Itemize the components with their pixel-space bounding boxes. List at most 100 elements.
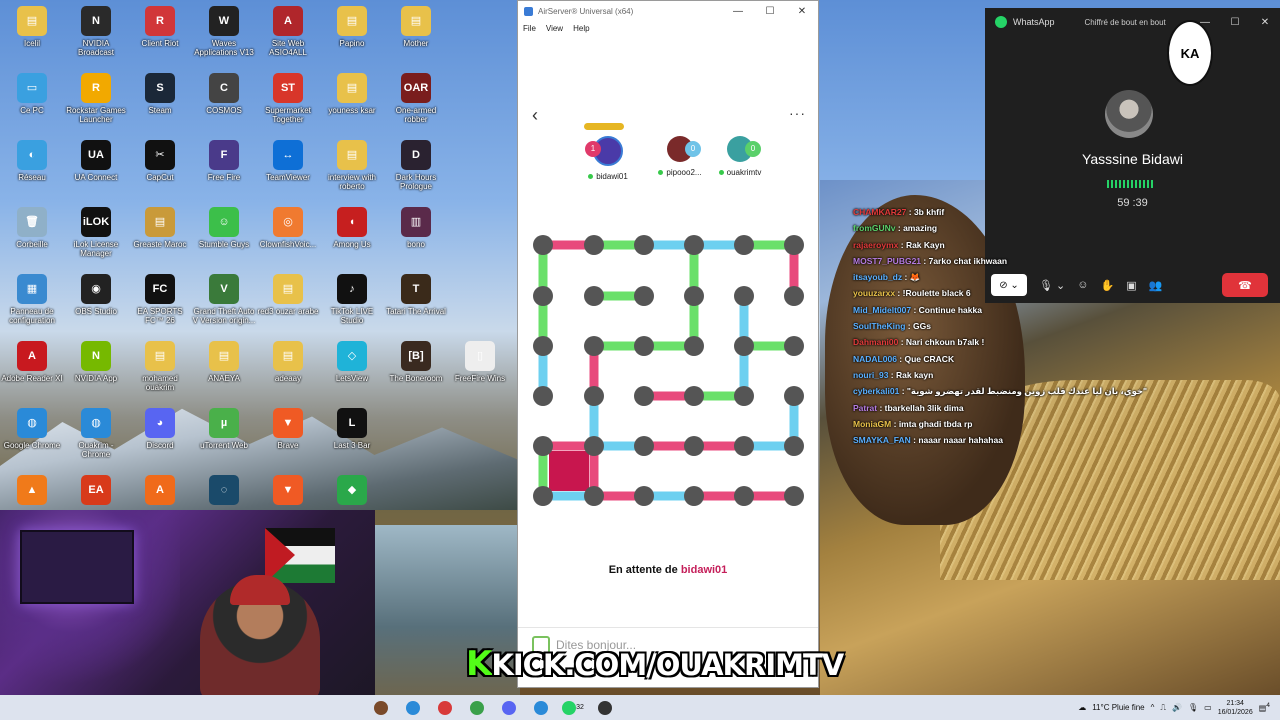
desktop-icon[interactable]: iLOK iLok License Manager [64, 207, 128, 258]
board-dot[interactable] [584, 336, 604, 356]
board-dot[interactable] [533, 286, 553, 306]
desktop-icon[interactable]: UA UA Connect [64, 140, 128, 182]
desktop-icon[interactable]: ♪ TikTok LIVE Studio [320, 274, 384, 325]
network-icon[interactable]: ⎍ [1160, 703, 1166, 713]
board-dot[interactable] [784, 235, 804, 255]
notification-icon[interactable]: ▤4 [1259, 702, 1270, 713]
desktop-icon[interactable]: ◍ Ouakrim - Chrome [64, 408, 128, 459]
battery-icon[interactable]: ▭ [1204, 703, 1212, 712]
hang-up-button[interactable]: ☎ [1222, 273, 1268, 297]
back-arrow-icon[interactable]: ‹ [532, 105, 538, 126]
menu-file[interactable]: File [523, 24, 536, 33]
weather-text[interactable]: 11°C Pluie fine [1092, 703, 1144, 712]
desktop-icon[interactable]: L Last 3 Bar [320, 408, 384, 450]
desktop-icon[interactable]: ▤ mohamed ouakrim [128, 341, 192, 392]
board-dot[interactable] [584, 436, 604, 456]
desktop-icon[interactable]: S Steam [128, 73, 192, 115]
desktop-icon[interactable]: R Client Riot [128, 6, 192, 48]
desktop-icon[interactable]: ▤ youness ksar [320, 73, 384, 115]
taskbar-app[interactable] [402, 699, 424, 717]
desktop-icon[interactable]: ☺ Stumble Guys [192, 207, 256, 249]
clock[interactable]: 21:34 16/01/2026 [1218, 699, 1253, 717]
desktop-icon[interactable]: ✂ CapCut [128, 140, 192, 182]
desktop-icon[interactable]: ▤ red3 ouzar arabe [256, 274, 320, 316]
desktop-icon[interactable]: ▤ adeaay [256, 341, 320, 383]
desktop-icon[interactable]: W Waves Applications V13 [192, 6, 256, 57]
close-button[interactable]: ✕ [786, 6, 818, 17]
board-dot[interactable] [734, 235, 754, 255]
board-dot[interactable] [684, 235, 704, 255]
desktop-icon[interactable]: ▤ Mother [384, 6, 448, 48]
desktop-icon[interactable]: D Dark Hours Prologue [384, 140, 448, 191]
board-dot[interactable] [584, 235, 604, 255]
board-dot[interactable] [784, 386, 804, 406]
desktop-icon[interactable]: ▯ FreeFire Wins [448, 341, 512, 383]
board-dot[interactable] [734, 386, 754, 406]
desktop-icon[interactable]: ↔ TeamViewer [256, 140, 320, 182]
desktop-icon[interactable]: F Free Fire [192, 140, 256, 182]
desktop-icon[interactable]: C COSMOS [192, 73, 256, 115]
desktop-icon[interactable]: 🗑 Corbeille [0, 207, 64, 249]
desktop-icon[interactable]: µ uTorrent Web [192, 408, 256, 450]
whatsapp-maximize-button[interactable]: ☐ [1220, 17, 1250, 28]
board-dot[interactable] [784, 436, 804, 456]
board-dot[interactable] [734, 436, 754, 456]
desktop-icon[interactable]: A Adobe Reader XI [0, 341, 64, 383]
desktop-icon[interactable]: ▤ interview with roberto [320, 140, 384, 191]
desktop-icon[interactable]: T Tatari The Arrival [384, 274, 448, 316]
desktop-icon[interactable]: ▥ bono [384, 207, 448, 249]
volume-icon[interactable]: 🔊 [1172, 703, 1182, 712]
desktop-icon[interactable]: ST Supermarket Together [256, 73, 320, 124]
desktop-icon[interactable]: N NVIDIA Broadcast [64, 6, 128, 57]
board-dot[interactable] [634, 486, 654, 506]
board-dot[interactable] [734, 336, 754, 356]
desktop-icon[interactable]: OAR One-armed robber [384, 73, 448, 124]
board-dot[interactable] [784, 336, 804, 356]
mic-tray-icon[interactable]: 🎙 [1188, 703, 1198, 712]
board-dot[interactable] [584, 486, 604, 506]
board-dot[interactable] [684, 486, 704, 506]
taskbar-app[interactable] [466, 699, 488, 717]
desktop-icon[interactable]: ◕ Discord [128, 408, 192, 450]
board-dot[interactable] [684, 336, 704, 356]
board-dot[interactable] [684, 436, 704, 456]
board-dot[interactable] [584, 386, 604, 406]
taskbar-app[interactable] [370, 699, 392, 717]
desktop-icon[interactable]: ▲ [0, 475, 64, 508]
desktop-icon[interactable]: FC EA SPORTS FC™ 26 [128, 274, 192, 325]
desktop-icon[interactable]: [B] The Boneroom [384, 341, 448, 383]
board-dot[interactable] [734, 486, 754, 506]
taskbar-app[interactable] [434, 699, 456, 717]
taskbar-app[interactable]: 32 [562, 699, 584, 717]
taskbar-app[interactable] [530, 699, 552, 717]
minimize-button[interactable]: — [722, 6, 754, 17]
board-dot[interactable] [533, 436, 553, 456]
desktop-icon[interactable]: ◍ Google Chrome [0, 408, 64, 450]
participants-button[interactable]: 👥 [1149, 279, 1163, 292]
desktop-icon[interactable]: A [128, 475, 192, 508]
desktop-icon[interactable]: ◎ ClownfishVoic... [256, 207, 320, 249]
board-dot[interactable] [634, 286, 654, 306]
taskbar-app[interactable] [594, 699, 616, 717]
board-dot[interactable] [584, 286, 604, 306]
board-dot[interactable] [533, 486, 553, 506]
board-dot[interactable] [634, 235, 654, 255]
desktop-icon[interactable]: R Rockstar Games Launcher [64, 73, 128, 124]
more-options-icon[interactable]: ··· [789, 105, 806, 121]
desktop-icon[interactable]: ▤ ANAEYA [192, 341, 256, 383]
desktop-icon[interactable]: ◉ OBS Studio [64, 274, 128, 316]
desktop-icon[interactable]: N NVIDIA App [64, 341, 128, 383]
board-dot[interactable] [533, 235, 553, 255]
menu-view[interactable]: View [546, 24, 563, 33]
board-dot[interactable] [784, 286, 804, 306]
desktop-icon[interactable]: ◖ Among Us [320, 207, 384, 249]
desktop-icon[interactable]: ◐ Réseau [0, 140, 64, 182]
desktop-icon[interactable]: EA [64, 475, 128, 508]
board-dot[interactable] [684, 386, 704, 406]
desktop-icon[interactable]: ▭ Ce PC [0, 73, 64, 115]
whatsapp-close-button[interactable]: ✕ [1250, 17, 1280, 28]
board-dot[interactable] [734, 286, 754, 306]
board-dot[interactable] [684, 286, 704, 306]
desktop-icon[interactable]: A Site Web ASIO4ALL [256, 6, 320, 57]
board-dot[interactable] [533, 386, 553, 406]
